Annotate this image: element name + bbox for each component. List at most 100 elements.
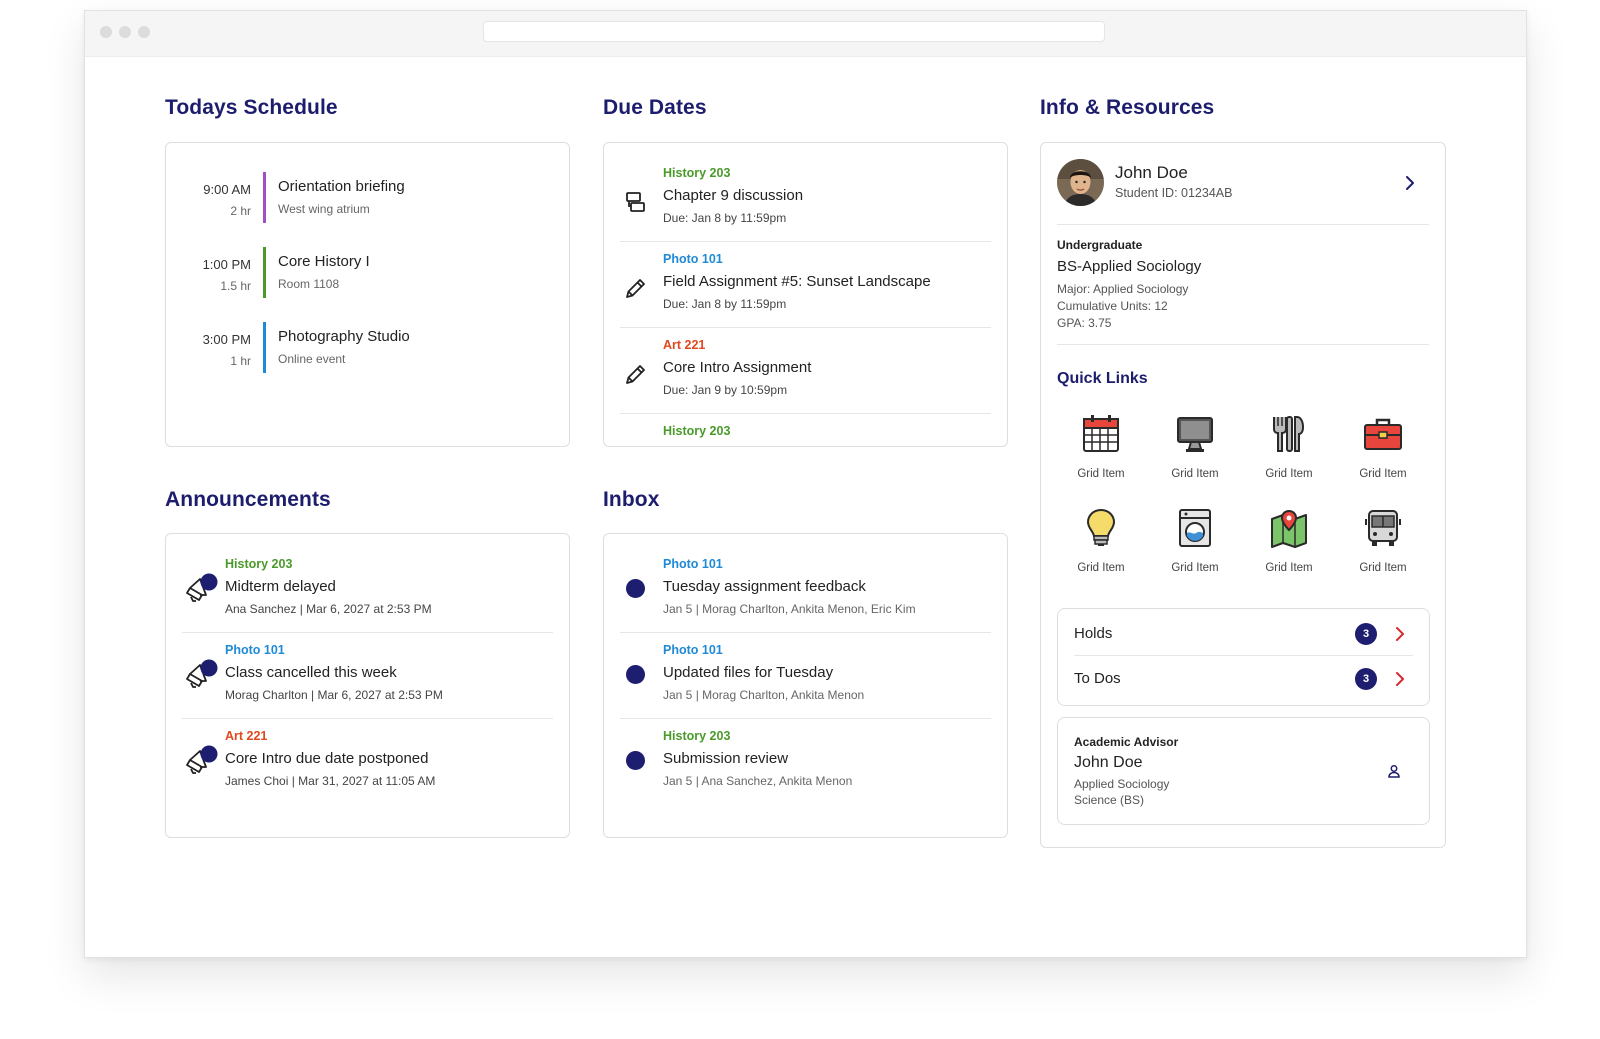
unread-indicator [626,665,645,684]
announcement-title: Midterm delayed [225,578,336,595]
holds-count-badge: 3 [1355,623,1377,645]
due-item[interactable]: History 203 Chapter 9 discussion Due: Ja… [620,158,991,242]
quick-link-toolbox[interactable]: Grid Item [1343,413,1423,485]
announcement-meta: Ana Sanchez | Mar 6, 2027 at 2:53 PM [225,602,432,616]
holds-todos-card: Holds 3 To Dos 3 [1057,608,1430,706]
window-minimize-dot[interactable] [119,26,131,38]
pencil-icon [622,274,650,302]
inbox-item[interactable]: Photo 101 Updated files for Tuesday Jan … [620,635,991,719]
course-label: History 203 [663,729,731,743]
course-label: Photo 101 [663,643,723,657]
program-gpa: GPA: 3.75 [1057,316,1112,330]
computer-icon [1155,413,1235,455]
schedule-item[interactable]: 3:00 PM 1 hr Photography Studio Online e… [166,322,569,374]
schedule-color-bar [263,172,266,223]
info-resources-title: Info & Resources [1040,96,1215,119]
inbox-meta: Jan 5 | Ana Sanchez, Ankita Menon [663,774,853,788]
due-item[interactable]: History 203 [620,416,991,446]
program-major: Major: Applied Sociology [1057,282,1189,296]
due-dates-title: Due Dates [603,96,707,119]
schedule-duration: 1 hr [230,354,251,368]
divider [1057,224,1429,225]
toolbox-icon [1343,413,1423,455]
lightbulb-icon [1061,507,1141,549]
window-maximize-dot[interactable] [138,26,150,38]
todos-label: To Dos [1074,670,1121,687]
advisor-dept-line2: Science (BS) [1074,793,1145,807]
course-label: Photo 101 [663,252,723,266]
quick-link-laundry[interactable]: Grid Item [1155,507,1235,579]
schedule-time: 3:00 PM [202,332,251,347]
inbox-subject: Tuesday assignment feedback [663,578,866,595]
quick-link-lightbulb[interactable]: Grid Item [1061,507,1141,579]
holds-row[interactable]: Holds 3 [1074,612,1413,656]
announcements-card: History 203 Midterm delayed Ana Sanchez … [165,533,570,838]
due-item[interactable]: Art 221 Core Intro Assignment Due: Jan 9… [620,330,991,414]
schedule-location: Room 1108 [278,277,340,291]
quick-link-label: Grid Item [1171,562,1219,574]
chevron-right-icon [1395,671,1405,692]
window-close-dot[interactable] [100,26,112,38]
inbox-item[interactable]: Photo 101 Tuesday assignment feedback Ja… [620,549,991,633]
discussion-icon [622,188,650,216]
browser-titlebar [85,11,1526,57]
course-label: Photo 101 [663,557,723,571]
todos-count-badge: 3 [1355,668,1377,690]
chevron-right-icon [1395,626,1405,647]
map-icon [1249,507,1329,549]
todos-row[interactable]: To Dos 3 [1074,657,1413,701]
info-resources-card: John Doe Student ID: 01234AB Undergradua… [1040,142,1446,848]
inbox-meta: Jan 5 | Morag Charlton, Ankita Menon, Er… [663,602,916,616]
quick-link-map[interactable]: Grid Item [1249,507,1329,579]
quick-link-label: Grid Item [1171,468,1219,480]
due-item[interactable]: Photo 101 Field Assignment #5: Sunset La… [620,244,991,328]
profile-name: John Doe [1115,163,1188,182]
quick-link-label: Grid Item [1077,468,1125,480]
program-level: Undergraduate [1057,238,1143,252]
schedule-item[interactable]: 9:00 AM 2 hr Orientation briefing West w… [166,172,569,224]
quick-link-computer[interactable]: Grid Item [1155,413,1235,485]
advisor-name: John Doe [1074,754,1143,771]
laundry-icon [1155,507,1235,549]
course-label: History 203 [663,424,731,438]
quick-link-dining[interactable]: Grid Item [1249,413,1329,485]
avatar [1057,159,1104,206]
schedule-item[interactable]: 1:00 PM 1.5 hr Core History I Room 1108 [166,247,569,299]
announcement-item[interactable]: History 203 Midterm delayed Ana Sanchez … [182,549,553,633]
megaphone-icon [184,657,218,691]
announcement-title: Core Intro due date postponed [225,750,429,767]
schedule-event-title: Core History I [278,253,370,270]
schedule-location: West wing atrium [278,202,370,216]
advisor-card[interactable]: Academic Advisor John Doe Applied Sociol… [1057,717,1430,825]
inbox-subject: Updated files for Tuesday [663,664,834,681]
advisor-dept-line1: Applied Sociology [1074,777,1170,791]
quick-link-calendar[interactable]: Grid Item [1061,413,1141,485]
due-item-date: Due: Jan 9 by 10:59pm [663,383,788,397]
announcement-item[interactable]: Art 221 Core Intro due date postponed Ja… [182,721,553,805]
due-item-title: Core Intro Assignment [663,359,812,376]
profile-row[interactable]: John Doe Student ID: 01234AB [1041,143,1445,223]
announcements-title: Announcements [165,488,331,511]
quick-link-bus[interactable]: Grid Item [1343,507,1423,579]
due-item-date: Due: Jan 8 by 11:59pm [663,297,787,311]
course-label: History 203 [225,557,293,571]
due-item-date: Due: Jan 8 by 11:59pm [663,211,787,225]
announcement-title: Class cancelled this week [225,664,397,681]
address-bar[interactable] [483,21,1105,42]
announcement-item[interactable]: Photo 101 Class cancelled this week Mora… [182,635,553,719]
divider [1057,344,1429,345]
schedule-color-bar [263,322,266,373]
schedule-time: 9:00 AM [203,182,251,197]
bus-icon [1343,507,1423,549]
schedule-event-title: Photography Studio [278,328,410,345]
schedule-duration: 2 hr [230,204,251,218]
schedule-card: 9:00 AM 2 hr Orientation briefing West w… [165,142,570,447]
quick-link-label: Grid Item [1359,468,1407,480]
pencil-icon [622,360,650,388]
inbox-item[interactable]: History 203 Submission review Jan 5 | An… [620,721,991,805]
chevron-right-icon[interactable] [1405,175,1415,196]
course-label: Art 221 [663,338,706,352]
person-icon[interactable] [1387,764,1401,783]
schedule-event-title: Orientation briefing [278,178,405,195]
due-item-title: Chapter 9 discussion [663,187,804,204]
